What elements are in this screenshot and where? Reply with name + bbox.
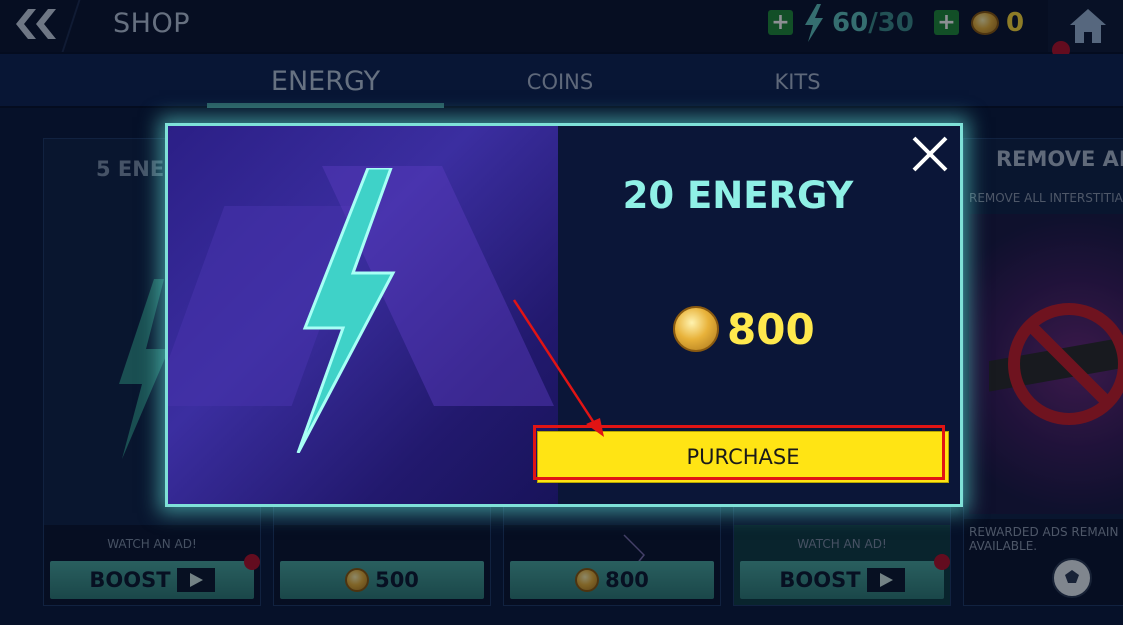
close-icon[interactable] <box>910 134 950 174</box>
dialog-price: 800 <box>673 301 815 357</box>
energy-bolt-icon <box>296 168 396 453</box>
price-value: 800 <box>727 304 815 354</box>
coin-icon <box>673 306 719 352</box>
dialog-title: 20 ENERGY <box>622 174 854 217</box>
dialog-art <box>168 126 558 504</box>
highlight-outline <box>533 425 945 480</box>
